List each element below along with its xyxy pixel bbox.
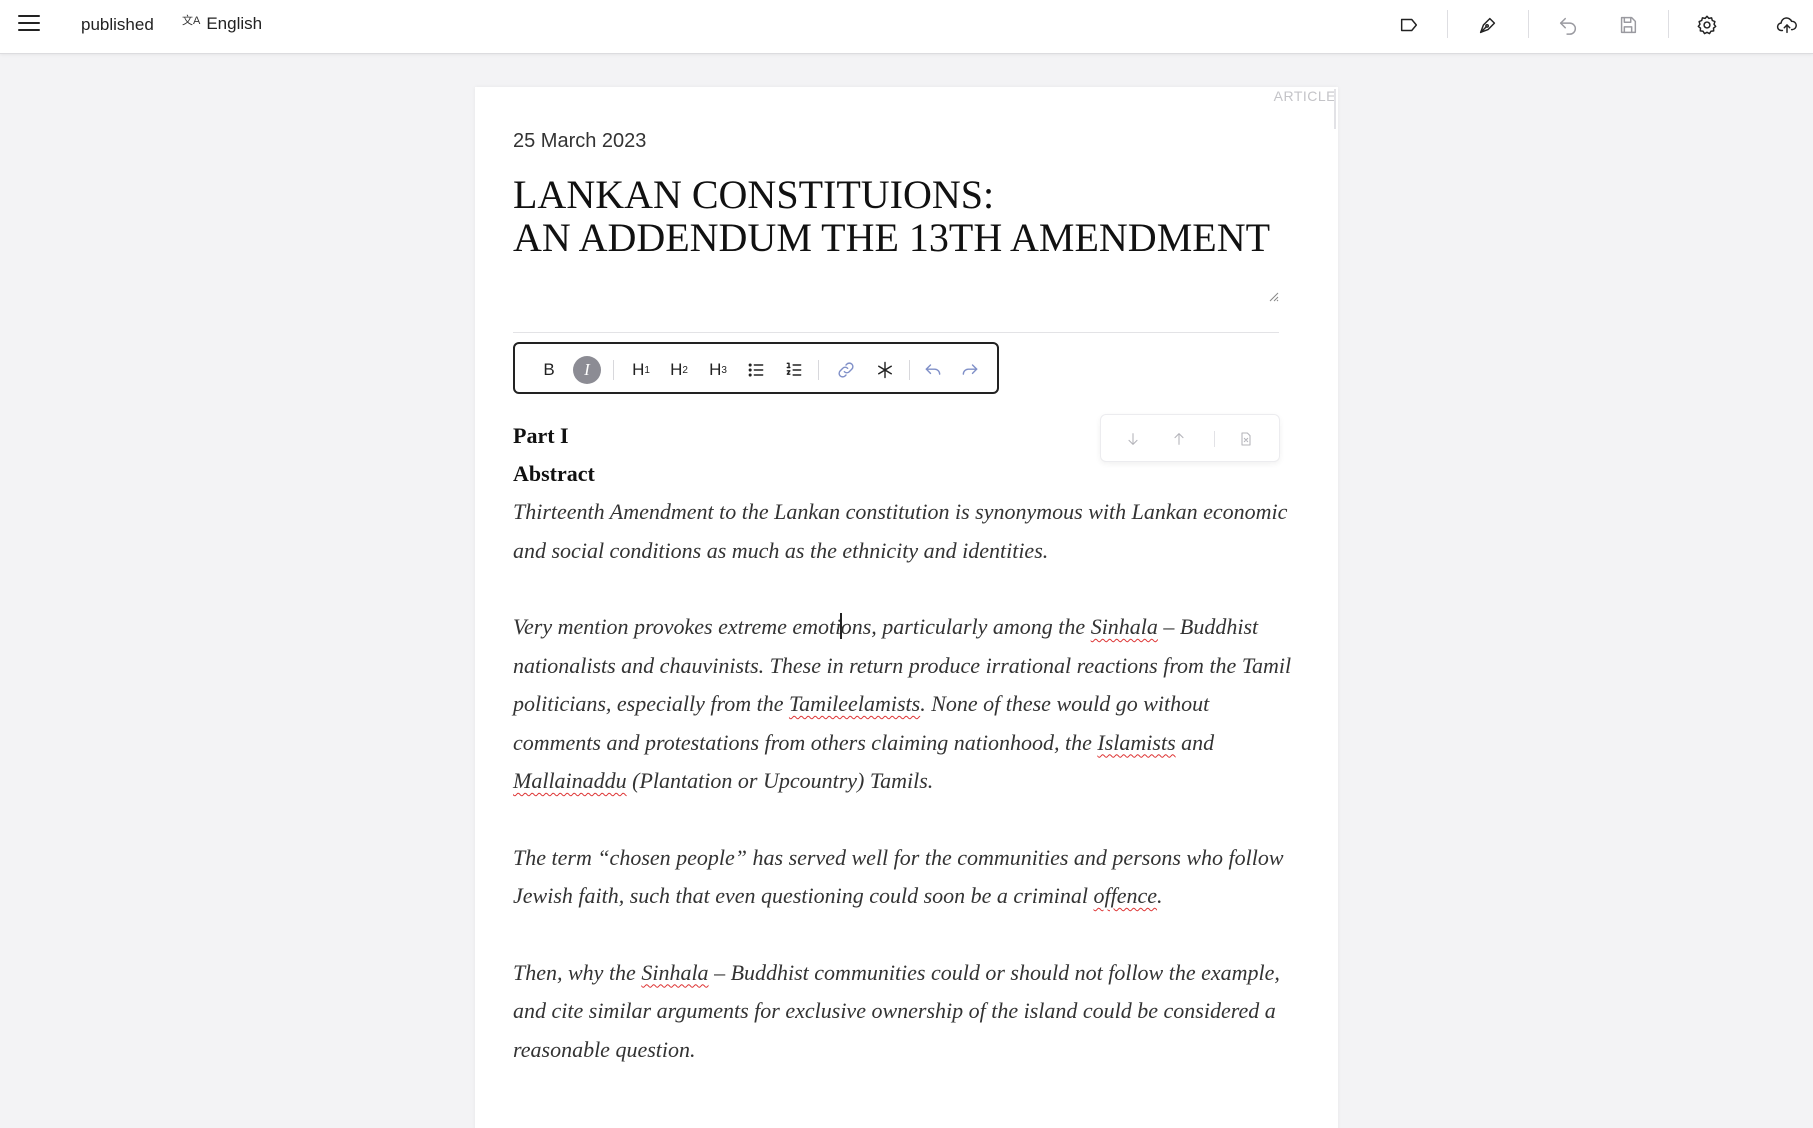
heading1-level: 1 bbox=[644, 364, 650, 376]
format-toolbar: B I H1 H2 H3 bbox=[513, 342, 999, 394]
abstract-heading: Abstract bbox=[513, 461, 595, 486]
translate-icon: 文A bbox=[182, 15, 201, 27]
toolbar-divider bbox=[1528, 10, 1529, 38]
heading2-button[interactable]: H2 bbox=[665, 356, 693, 384]
pen-icon[interactable] bbox=[1475, 12, 1501, 38]
misspelled-word[interactable]: Sinhala bbox=[1091, 614, 1158, 639]
bullet-list-icon[interactable] bbox=[742, 356, 770, 384]
heading2-level: 2 bbox=[682, 364, 688, 376]
text-run: Then, why the bbox=[513, 959, 642, 985]
italic-button[interactable]: I bbox=[573, 356, 601, 384]
misspelled-word[interactable]: offence bbox=[1093, 883, 1157, 908]
save-icon[interactable] bbox=[1615, 12, 1641, 38]
misspelled-word[interactable]: Tamileelamists bbox=[789, 691, 920, 716]
language-label: English bbox=[206, 14, 263, 33]
text-run: ons, particularly among the bbox=[840, 614, 1091, 639]
paragraph: The term “chosen people” has served well… bbox=[513, 839, 1293, 916]
title-line: AN ADDENDUM THE 13TH AMENDMENT bbox=[513, 215, 1271, 260]
toolbar-divider bbox=[909, 360, 910, 380]
title-line: LANKAN CONSTITUIONS: bbox=[513, 172, 995, 217]
title-divider bbox=[513, 332, 1279, 333]
gear-icon[interactable] bbox=[1694, 12, 1720, 38]
article-type-label: ARTICLE bbox=[1273, 88, 1336, 104]
resize-handle-icon[interactable] bbox=[1267, 290, 1279, 302]
heading2-label: H bbox=[670, 360, 683, 379]
heading3-label: H bbox=[709, 360, 722, 379]
numbered-list-icon[interactable] bbox=[780, 356, 808, 384]
toolbar-divider bbox=[613, 360, 614, 380]
toolbar-divider bbox=[1447, 10, 1448, 38]
text-run: and bbox=[1175, 729, 1215, 755]
undo-icon[interactable] bbox=[1555, 12, 1581, 38]
text-run: Very mention provokes extreme emoti bbox=[513, 614, 842, 639]
article-editor: ARTICLE 25 March 2023 LANKAN CONSTITUION… bbox=[475, 87, 1338, 1128]
article-date[interactable]: 25 March 2023 bbox=[513, 130, 646, 153]
article-title[interactable]: LANKAN CONSTITUIONS: AN ADDENDUM THE 13T… bbox=[513, 173, 1273, 259]
misspelled-word[interactable]: Mallainaddu bbox=[513, 768, 627, 793]
heading1-button[interactable]: H1 bbox=[627, 356, 655, 384]
cloud-upload-icon[interactable] bbox=[1774, 12, 1800, 38]
redo-icon[interactable] bbox=[956, 356, 984, 384]
asterisk-icon[interactable] bbox=[871, 356, 899, 384]
heading3-button[interactable]: H3 bbox=[704, 356, 732, 384]
scrollbar[interactable] bbox=[1334, 89, 1336, 129]
link-icon[interactable] bbox=[832, 356, 860, 384]
misspelled-word[interactable]: Sinhala bbox=[641, 960, 708, 985]
text-run: (Plantation or Upcountry) Tamils. bbox=[626, 768, 934, 793]
paragraph: Thirteenth Amendment to the Lankan const… bbox=[513, 499, 1288, 563]
article-body[interactable]: Part I Abstract Thirteenth Amendment to … bbox=[513, 417, 1293, 1107]
text-run: The term “chosen people” has served well… bbox=[513, 844, 1284, 909]
toolbar-divider bbox=[1668, 10, 1669, 38]
paragraph: Very mention provokes extreme emotions, … bbox=[513, 608, 1293, 801]
top-bar: published 文A English bbox=[0, 0, 1813, 54]
heading1-label: H bbox=[632, 360, 645, 379]
bold-button[interactable]: B bbox=[535, 356, 563, 384]
part-heading: Part I bbox=[513, 423, 569, 448]
misspelled-word[interactable]: Islamists bbox=[1097, 730, 1175, 755]
language-selector[interactable]: 文A English bbox=[182, 14, 262, 34]
heading3-level: 3 bbox=[721, 364, 727, 376]
undo-icon[interactable] bbox=[919, 356, 947, 384]
bold-label: B bbox=[543, 360, 555, 379]
paragraph: Then, why the Sinhala – Buddhist communi… bbox=[513, 954, 1293, 1070]
text-run: . bbox=[1157, 883, 1163, 908]
tag-icon[interactable] bbox=[1396, 12, 1422, 38]
toolbar-divider bbox=[818, 360, 819, 380]
menu-icon[interactable] bbox=[16, 12, 42, 34]
italic-label: I bbox=[584, 360, 590, 379]
publish-status[interactable]: published bbox=[81, 15, 154, 35]
